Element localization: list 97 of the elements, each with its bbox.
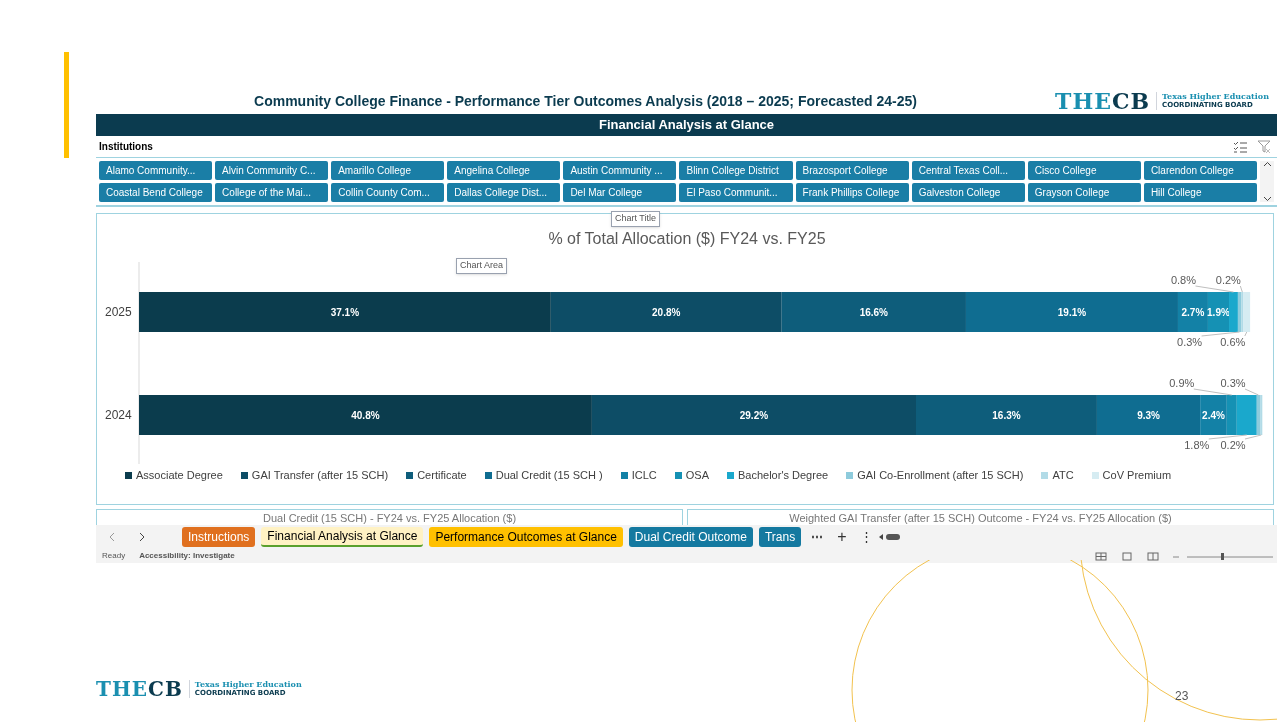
tooltip: Chart Title [611, 211, 660, 227]
data-label: 0.6% [1220, 336, 1246, 348]
institution-button[interactable]: Blinn College District [679, 161, 793, 180]
legend-label: GAI Co-Enrollment (after 15 SCH) [857, 467, 1024, 483]
data-label: 0.2% [1215, 274, 1241, 286]
legend-label: Certificate [417, 467, 467, 483]
more-tabs-button[interactable]: ⋯ [811, 528, 824, 546]
institution-button[interactable]: Hill College [1143, 183, 1257, 202]
data-label: 2.4% [1202, 410, 1225, 421]
normal-view-icon[interactable] [1095, 551, 1107, 561]
leader-line [1244, 388, 1259, 396]
legend-label: ICLC [631, 467, 657, 483]
institution-button[interactable]: College of the Mai... [215, 183, 329, 202]
leader-line [1193, 388, 1233, 396]
institution-button[interactable]: Amarillo College [331, 161, 445, 180]
data-label: 2.7% [1181, 307, 1205, 318]
status-text[interactable]: Accessibility: Investigate [139, 550, 235, 562]
data-label: 0.3% [1177, 336, 1203, 348]
legend-label: Dual Credit (15 SCH ) [495, 467, 603, 483]
chart-title: % of Total Allocation ($) FY24 vs. FY25 [548, 230, 826, 247]
sheet-options-button[interactable]: ⋮ [860, 527, 874, 547]
legend-label: Bachelor's Degree [737, 467, 829, 483]
axis-label: 2025 [105, 305, 132, 319]
legend-label: ATC [1052, 467, 1074, 483]
sheet-tab[interactable]: Performance Outcomes at Glance [429, 527, 623, 547]
data-label: 1.9% [1207, 307, 1230, 318]
legend-swatch [406, 471, 414, 479]
chevron-left-icon[interactable] [108, 532, 116, 542]
data-label: 0.9% [1169, 377, 1195, 389]
data-label: 0.8% [1170, 274, 1196, 286]
institution-button[interactable]: Brazosport College [795, 161, 909, 180]
legend-swatch [1091, 471, 1099, 479]
legend-label: CoV Premium [1102, 467, 1172, 483]
chevron-up-icon[interactable] [1262, 161, 1272, 167]
page-number: 23 [1175, 688, 1189, 705]
data-label: 16.6% [859, 307, 888, 318]
report-title: Community College Finance - Performance Tier Outcomes Analysis (2018 – 2025; Forecasted 24-25) [253, 91, 918, 111]
zoom-slider-icon[interactable] [1173, 551, 1273, 561]
data-label: 0.2% [1220, 439, 1246, 451]
add-sheet-button[interactable]: + [837, 525, 847, 549]
legend-swatch [1041, 471, 1049, 479]
leader-line [1244, 331, 1248, 337]
axis-label: 2024 [105, 408, 132, 422]
legend-label: Associate Degree [136, 467, 223, 483]
multi-select-icon[interactable] [1233, 140, 1247, 153]
page-break-icon[interactable] [1147, 551, 1159, 561]
data-label: 16.3% [992, 410, 1021, 421]
institution-button[interactable]: Grayson College [1027, 183, 1141, 202]
logo-wordmark: THECB [1055, 90, 1151, 112]
institution-button[interactable]: Collin County Com... [331, 183, 445, 202]
data-label: 0.3% [1220, 377, 1246, 389]
legend-swatch [240, 471, 248, 479]
sheet-tab[interactable]: Dual Credit Outcome [628, 527, 753, 547]
institution-button[interactable]: Coastal Bend College [99, 183, 213, 202]
legend-label: GAI Transfer (after 15 SCH) [251, 467, 389, 483]
data-label: 19.1% [1057, 307, 1087, 318]
legend-label: OSA [685, 467, 709, 483]
institution-button[interactable]: Angelina College [447, 161, 561, 180]
sheet-tab[interactable]: Trans [758, 527, 802, 547]
institution-button[interactable]: El Paso Communit... [679, 183, 793, 202]
data-label: 1.8% [1184, 439, 1210, 451]
sheet-tab[interactable]: Instructions [182, 527, 256, 547]
status-text: Ready [102, 550, 126, 562]
clear-filter-icon[interactable] [1257, 140, 1271, 153]
logo-wordmark: THECB [96, 679, 183, 699]
institution-button[interactable]: Frank Phillips College [795, 183, 909, 202]
sheet-tab[interactable]: Financial Analysis at Glance [261, 527, 424, 547]
chevron-down-icon[interactable] [1262, 196, 1272, 202]
legend-swatch [125, 471, 132, 479]
institution-button[interactable]: Alvin Community C... [215, 161, 329, 180]
leader-line [1201, 331, 1241, 337]
leader-line [1239, 285, 1243, 293]
data-label: 9.3% [1137, 410, 1160, 421]
legend-swatch [846, 471, 854, 479]
data-label: 20.8% [652, 307, 681, 318]
institution-button[interactable]: Austin Community ... [563, 161, 677, 180]
tooltip: Chart Area [456, 258, 508, 274]
page-layout-icon[interactable] [1121, 551, 1133, 561]
scrollbar[interactable] [1260, 161, 1274, 202]
institution-button[interactable]: Del Mar College [563, 183, 677, 202]
institution-button[interactable]: Dallas College Dist... [447, 183, 561, 202]
institution-button[interactable]: Central Texas Coll... [911, 161, 1025, 180]
institution-button[interactable]: Cisco College [1027, 161, 1141, 180]
slicer-label: Institutions [99, 140, 154, 154]
legend-swatch [726, 471, 734, 479]
data-label: 37.1% [330, 307, 360, 318]
institution-button[interactable]: Galveston College [911, 183, 1025, 202]
chevron-right-icon[interactable] [138, 532, 146, 542]
legend-swatch [620, 471, 628, 479]
institution-button[interactable]: Clarendon College [1143, 161, 1257, 180]
legend-swatch [674, 471, 682, 479]
institution-button[interactable]: Alamo Community... [99, 161, 213, 180]
section-banner: Financial Analysis at Glance [96, 114, 1277, 136]
legend-swatch [484, 471, 492, 479]
leader-line [1194, 285, 1234, 293]
data-label: 29.2% [739, 410, 769, 421]
data-label: 40.8% [351, 410, 380, 421]
